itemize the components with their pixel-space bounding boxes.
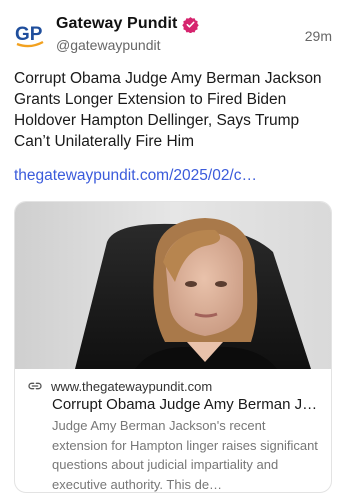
link-chain-icon [27,378,43,394]
timestamp: 29m [304,28,332,44]
verified-badge-icon [182,16,200,33]
handle[interactable]: @gatewaypundit [56,37,161,53]
display-name[interactable]: Gateway Pundit [56,15,177,33]
link-preview-card[interactable]: www.thegatewaypundit.com Corrupt Obama J… [14,201,332,493]
post-link[interactable]: thegatewaypundit.com/2025/02/c… [14,167,336,185]
name-row: Gateway Pundit [56,15,200,33]
card-description: Judge Amy Berman Jackson's recent extens… [52,418,318,492]
avatar[interactable]: GP [14,18,46,50]
card-image[interactable] [15,202,331,369]
post-text: Corrupt Obama Judge Amy Berman Jackson G… [14,70,322,150]
post[interactable]: GP Gateway Pundit @gatewaypundit 29m Cor… [0,0,346,500]
card-domain-row: www.thegatewaypundit.com [27,378,212,394]
avatar-text: GP [15,24,43,45]
card-domain: www.thegatewaypundit.com [51,378,213,394]
card-title[interactable]: Corrupt Obama Judge Amy Berman J… [52,396,324,413]
post-header: GP Gateway Pundit @gatewaypundit 29m [14,12,334,56]
